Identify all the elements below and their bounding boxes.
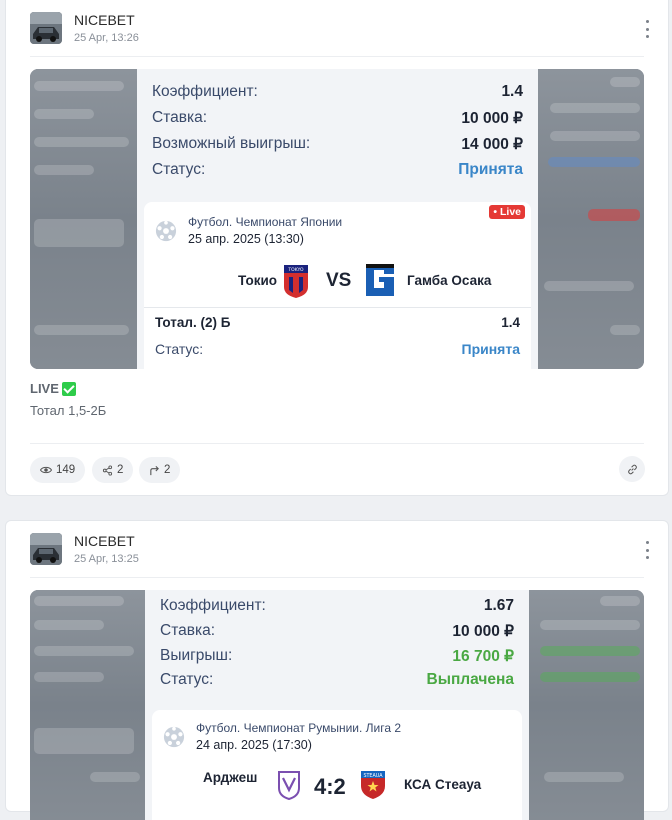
channel-name[interactable]: NICEBET: [74, 12, 135, 28]
channel-avatar[interactable]: [30, 12, 62, 44]
post-caption: Тотал 1,5-2Б: [30, 403, 107, 418]
footer-divider: [30, 443, 644, 444]
win-label: Выигрыш:: [160, 647, 233, 664]
views-counter[interactable]: 149: [30, 457, 86, 483]
more-menu-icon[interactable]: [640, 18, 654, 40]
match-divider: [144, 307, 531, 308]
link-icon: [627, 464, 637, 474]
team2-logo-icon: [366, 264, 394, 296]
win-value: 14 000 ₽: [461, 136, 523, 153]
stake-value: 10 000 ₽: [452, 623, 514, 640]
status-label: Статус:: [152, 161, 206, 178]
coef-label: Коэффициент:: [152, 83, 258, 100]
bet-slip: Коэффициент: 1.4 Ставка: 10 000 ₽ Возмож…: [137, 69, 538, 369]
status-label: Статус:: [160, 671, 214, 688]
market-value: 1.4: [501, 315, 520, 330]
post-date: 25 Apr, 13:25: [74, 553, 139, 565]
versus-label: VS: [326, 270, 352, 291]
forwards-count: 2: [164, 464, 171, 476]
match-date: 24 апр. 2025 (17:30): [196, 738, 312, 752]
copy-link-button[interactable]: [619, 456, 645, 482]
football-icon: [155, 220, 177, 242]
post-date: 25 Apr, 13:26: [74, 32, 139, 44]
post-header: NICEBET 25 Apr, 13:26: [30, 12, 650, 56]
eye-icon: [40, 466, 52, 474]
post-image[interactable]: Коэффициент: 1.67 Ставка: 10 000 ₽ Выигр…: [30, 590, 644, 820]
coef-value: 1.67: [483, 597, 514, 614]
check-mark-icon: [61, 381, 76, 396]
team1-logo-icon: [278, 771, 300, 800]
team1-name: Токио: [238, 273, 277, 288]
coef-value: 1.4: [501, 83, 523, 100]
blurred-background-left: [30, 590, 145, 820]
blurred-background-right: [538, 69, 644, 369]
market-label: Тотал. (2) Б: [155, 315, 231, 330]
status-row: Статус: Выплачена: [160, 671, 514, 691]
league-name: Футбол. Чемпионат Румынии. Лига 2: [196, 721, 402, 735]
team1-name: Арджеш: [203, 770, 258, 785]
match-status-value: Принята: [461, 341, 521, 357]
live-tag: LIVE: [30, 381, 76, 396]
channel-avatar[interactable]: [30, 533, 62, 565]
team2-name: Гамба Осака: [407, 273, 492, 288]
team2-logo-text: STEAUA: [363, 773, 383, 779]
coef-row: Коэффициент: 1.67: [160, 597, 514, 617]
share-icon: [102, 464, 113, 476]
blurred-background-right: [529, 590, 644, 820]
more-menu-icon[interactable]: [640, 539, 654, 561]
live-badge: • Live: [489, 205, 525, 219]
match-status-label: Статус:: [155, 341, 204, 357]
forward-icon: [150, 465, 159, 475]
win-label: Возможный выигрыш:: [152, 135, 311, 152]
shares-count: 2: [117, 464, 124, 476]
status-value: Выплачена: [426, 671, 514, 688]
post-card: NICEBET 25 Apr, 13:26 Коэффициент: 1.4 С…: [5, 0, 669, 496]
win-row: Возможный выигрыш: 14 000 ₽: [152, 135, 523, 155]
live-label: LIVE: [30, 381, 59, 396]
team2-name: КСА Стеауа: [404, 777, 482, 792]
post-card: NICEBET 25 Apr, 13:25 Коэффициент: 1.67: [5, 520, 669, 820]
coef-label: Коэффициент:: [160, 597, 266, 614]
match-card: Футбол. Чемпионат Японии 25 апр. 2025 (1…: [144, 202, 531, 369]
win-value: 16 700 ₽: [452, 648, 514, 665]
post-image[interactable]: Коэффициент: 1.4 Ставка: 10 000 ₽ Возмож…: [30, 69, 644, 369]
match-card: Футбол. Чемпионат Румынии. Лига 2 24 апр…: [152, 710, 522, 820]
match-score: 4:2: [314, 774, 346, 799]
header-divider: [30, 56, 644, 57]
channel-name[interactable]: NICEBET: [74, 533, 135, 549]
stake-label: Ставка:: [160, 622, 216, 639]
win-row: Выигрыш: 16 700 ₽: [160, 647, 514, 667]
team1-logo-icon: TOKYO: [284, 265, 308, 298]
status-value: Принята: [458, 161, 523, 178]
views-count: 149: [56, 464, 76, 476]
match-date: 25 апр. 2025 (13:30): [188, 232, 304, 246]
status-row: Статус: Принята: [152, 161, 523, 181]
team2-logo-icon: STEAUA: [361, 771, 385, 799]
stake-value: 10 000 ₽: [461, 110, 523, 127]
header-divider: [30, 577, 644, 578]
share-button[interactable]: 2: [92, 457, 134, 483]
forward-button[interactable]: 2: [139, 457, 181, 483]
stake-label: Ставка:: [152, 109, 208, 126]
league-name: Футбол. Чемпионат Японии: [188, 215, 343, 229]
post-header: NICEBET 25 Apr, 13:25: [30, 533, 650, 577]
football-icon: [163, 726, 185, 748]
bet-slip: Коэффициент: 1.67 Ставка: 10 000 ₽ Выигр…: [145, 590, 529, 820]
stake-row: Ставка: 10 000 ₽: [160, 622, 514, 642]
team1-logo-text: TOKYO: [287, 267, 304, 273]
stake-row: Ставка: 10 000 ₽: [152, 109, 523, 129]
blurred-background-left: [30, 69, 137, 369]
coef-row: Коэффициент: 1.4: [152, 83, 523, 103]
